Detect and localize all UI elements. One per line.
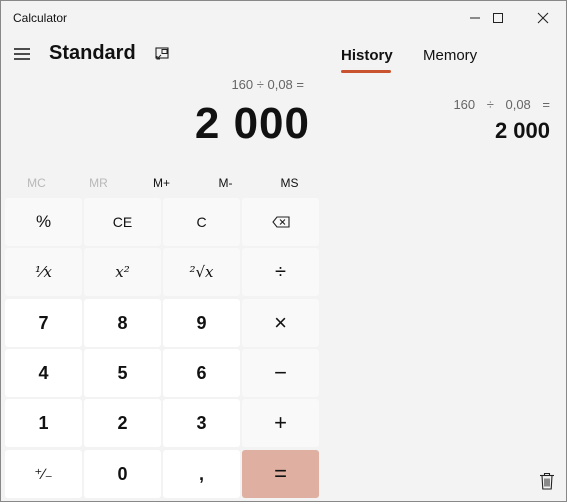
decimal-separator-button[interactable]: , (163, 450, 240, 498)
maximize-icon (493, 13, 503, 23)
active-tab-indicator (341, 70, 391, 73)
result-display: 2 000 (194, 99, 310, 148)
backspace-button[interactable] (242, 198, 319, 246)
digit-5-button[interactable]: 5 (84, 349, 161, 397)
percent-label: % (35, 212, 52, 231)
calculator-window: Calculator Standard 160 ÷ 0,08 = 2 000 M… (0, 0, 567, 502)
divide-button[interactable]: ÷ (242, 248, 319, 296)
mode-title: Standard (49, 42, 136, 64)
add-button[interactable]: + (242, 399, 319, 447)
digit-3-button[interactable]: 3 (163, 399, 240, 447)
digit-0-label: 0 (117, 463, 128, 484)
reciprocal-button[interactable]: ¹⁄x (5, 248, 82, 296)
clear-entry-label: CE (112, 214, 133, 230)
digit-7-button[interactable]: 7 (5, 299, 82, 347)
square-root-button[interactable]: ²√x (163, 248, 240, 296)
title-bar: Calculator (1, 1, 566, 35)
digit-5-label: 5 (117, 362, 128, 383)
square-root-label: ²√x (189, 263, 214, 281)
navigation-menu-button[interactable] (9, 41, 35, 67)
digit-8-label: 8 (117, 312, 128, 333)
digit-4-label: 4 (38, 362, 49, 383)
digit-1-label: 1 (38, 412, 49, 433)
memory-store-button[interactable]: MS (250, 171, 329, 195)
multiply-button[interactable]: × (242, 299, 319, 347)
digit-3-label: 3 (196, 412, 207, 433)
expression-display: 160 ÷ 0,08 = (231, 77, 304, 92)
digit-1-button[interactable]: 1 (5, 399, 82, 447)
decimal-separator-label: , (198, 463, 204, 484)
digit-2-label: 2 (117, 412, 128, 433)
percent-button[interactable]: % (5, 198, 82, 246)
divide-label: ÷ (275, 260, 286, 283)
backspace-icon (271, 216, 290, 228)
close-icon (537, 12, 549, 24)
square-label: x² (115, 263, 130, 281)
subtract-label: − (274, 360, 287, 385)
clear-entry-button[interactable]: CE (84, 198, 161, 246)
digit-9-label: 9 (196, 312, 207, 333)
trash-icon (540, 472, 554, 490)
subtract-button[interactable]: − (242, 349, 319, 397)
reciprocal-label: ¹⁄x (35, 263, 52, 281)
history-result: 2 000 (494, 118, 550, 143)
digit-7-label: 7 (38, 312, 49, 333)
square-button[interactable]: x² (84, 248, 161, 296)
digit-4-button[interactable]: 4 (5, 349, 82, 397)
maximize-button[interactable] (475, 1, 521, 35)
negate-button[interactable]: ⁺∕₋ (5, 450, 82, 498)
hamburger-menu-icon (14, 48, 30, 60)
digit-6-label: 6 (196, 362, 207, 383)
clear-history-button[interactable] (536, 470, 558, 492)
app-title: Calculator (13, 11, 68, 25)
close-button[interactable] (520, 1, 566, 35)
digit-8-button[interactable]: 8 (84, 299, 161, 347)
tab-history[interactable]: History (341, 47, 393, 64)
keypad: % CE C ¹⁄x x² ²√x ÷ 7 8 9 × 4 5 6 − 1 2 … (5, 198, 322, 500)
history-item[interactable]: 160 ÷ 0,08 = 2 000 (453, 97, 550, 144)
add-label: + (274, 410, 287, 435)
clear-button[interactable]: C (163, 198, 240, 246)
equals-button[interactable]: = (242, 450, 319, 498)
history-expression: 160 ÷ 0,08 = (453, 97, 550, 112)
digit-9-button[interactable]: 9 (163, 299, 240, 347)
tab-memory[interactable]: Memory (423, 47, 477, 64)
equals-label: = (274, 461, 287, 486)
digit-0-button[interactable]: 0 (84, 450, 161, 498)
keep-on-top-button[interactable] (151, 43, 173, 65)
keep-on-top-icon (155, 47, 169, 60)
multiply-label: × (274, 310, 287, 335)
negate-label: ⁺∕₋ (34, 466, 53, 483)
clear-label: C (196, 214, 207, 230)
digit-2-button[interactable]: 2 (84, 399, 161, 447)
digit-6-button[interactable]: 6 (163, 349, 240, 397)
